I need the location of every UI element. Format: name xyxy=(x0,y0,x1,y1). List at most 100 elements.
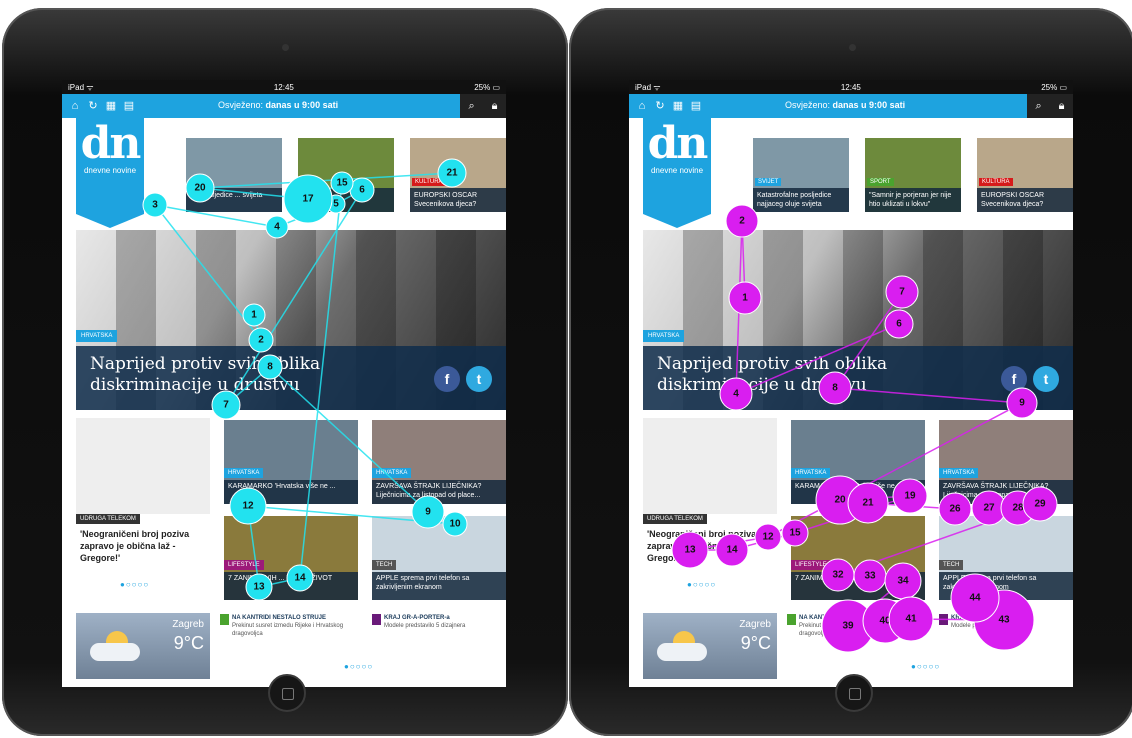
card-tag: HRVATSKA xyxy=(791,468,831,478)
card-strajk[interactable]: HRVATSKA ZAVRŠAVA ŠTRAJK LIJEČNIKA? Lije… xyxy=(939,420,1073,504)
weather-temp: 9°C xyxy=(740,633,771,653)
home-icon[interactable]: ⌂ xyxy=(635,99,649,113)
twitter-icon[interactable]: t xyxy=(466,366,492,392)
weather-widget[interactable]: Zagreb 9°C xyxy=(76,613,210,679)
card-lifestyle[interactable]: LIFESTYLE 7 ZANIMLJIVIH ... ZDRAV ŽIVOT xyxy=(224,516,358,600)
top-thumb-1[interactable]: SVIJET Katastrofalne posljedice najjaceg… xyxy=(753,138,849,212)
tablet-left: iPad ᯤ 12:45 25% ▭ ⌂ ↻ ▦ ▤ Osvježeno: da… xyxy=(2,8,568,736)
news-text: Prekinut susret izmedu Rijeke i Hrvatsko… xyxy=(232,623,344,637)
logo[interactable]: dn dnevne novine xyxy=(643,118,711,228)
thumb-tag: KULTURA xyxy=(979,178,1013,186)
top-thumb-2[interactable]: SPORT "Samnir je porjeran jer nije htio … xyxy=(865,138,961,212)
card-tag: HRVATSKA xyxy=(939,468,979,478)
top-thumb-1[interactable]: ...e posljedice ... svijeta xyxy=(186,138,282,212)
news-item-2[interactable]: KRAJ GR-A-PORTER-a Modele predstavilo 5 … xyxy=(939,614,1071,630)
refresh-prefix: Osvježeno: xyxy=(218,100,264,110)
card-apple[interactable]: TECH APPLE sprema prvi telefon sa zakriv… xyxy=(372,516,506,600)
refresh-prefix: Osvježeno: xyxy=(785,100,831,110)
refresh-status: Osvježeno: danas u 9:00 sati xyxy=(218,100,338,110)
hero-title-line2: diskriminacije u društvu xyxy=(657,375,867,395)
card-udruga[interactable]: UDRUGA TELEKOM 'Neograničeni broj poziva… xyxy=(643,418,777,598)
card-tag: TECH xyxy=(939,560,964,570)
home-button[interactable] xyxy=(835,674,873,712)
clock: 12:45 xyxy=(273,82,294,92)
lock-icon[interactable]: 🔒︎ xyxy=(492,100,498,113)
social-buttons: f t xyxy=(434,366,492,392)
top-thumb-3[interactable]: KULTURA EUROPSKI OSCAR Svecenikova djeca… xyxy=(977,138,1073,212)
thumb-tag: SVIJET xyxy=(755,178,782,186)
grid-icon[interactable]: ▦ xyxy=(671,99,685,113)
twitter-icon[interactable]: t xyxy=(1033,366,1059,392)
refresh-value: danas u 9:00 sati xyxy=(832,100,906,110)
card-strajk[interactable]: HRVATSKA ZAVRŠAVA ŠTRAJK LIJEČNIKA? Lije… xyxy=(372,420,506,504)
logo[interactable]: dn dnevne novine xyxy=(76,118,144,228)
thumb-caption: EUROPSKI OSCAR Svecenikova djeca? xyxy=(977,188,1073,212)
news-marker xyxy=(787,614,796,625)
hero-article[interactable]: HRVATSKA Naprijed protiv svih oblika dis… xyxy=(643,230,1073,410)
card-caption: 'Neograničeni broj poziva zapravo je obi… xyxy=(80,529,190,563)
refresh-icon[interactable]: ↻ xyxy=(86,99,100,113)
camera xyxy=(849,44,856,51)
newspaper-icon[interactable]: ▤ xyxy=(122,99,136,113)
weather-widget[interactable]: Zagreb 9°C xyxy=(643,613,777,679)
page-dots[interactable]: ●○○○○ xyxy=(911,662,940,671)
clock: 12:45 xyxy=(840,82,861,92)
logo-subtitle: dnevne novine xyxy=(83,166,137,175)
home-icon[interactable]: ⌂ xyxy=(68,99,82,113)
card-karamarko[interactable]: HRVATSKA KARAMARKO 'Hrvatska više ne ... xyxy=(224,420,358,504)
news-title: KRAJ GR-A-PORTER-a xyxy=(951,615,1017,621)
grid-icon[interactable]: ▦ xyxy=(104,99,118,113)
toolbar-right: ⌕ 🔒︎ xyxy=(460,94,506,118)
battery: 25% ▭ xyxy=(474,82,500,92)
home-button[interactable] xyxy=(268,674,306,712)
card-caption: 7 ZANIMLJIVIH ... ZDRAV ŽIVOT xyxy=(791,572,925,600)
hero-title-line1: Naprijed protiv svih oblika xyxy=(90,354,321,374)
card-udruga[interactable]: UDRUGA TELEKOM 'Neograničeni broj poziva… xyxy=(76,418,210,598)
page-dots[interactable]: ●○○○○ xyxy=(344,662,373,671)
carousel-dots[interactable]: ●○○○○ xyxy=(120,580,149,589)
card-caption: KARAMARKO 'Hrvatska više ne ... xyxy=(224,480,358,504)
social-buttons: f t xyxy=(1001,366,1059,392)
weather-city: Zagreb xyxy=(739,619,771,630)
card-caption: ZAVRŠAVA ŠTRAJK LIJEČNIKA? Liječnicima z… xyxy=(372,480,506,504)
card-caption: KARAMARKO 'Hrvatska više ne ... xyxy=(791,480,925,504)
thumb-caption xyxy=(298,188,394,212)
thumb-caption: Katastrofalne posljedice najjaceg oluje … xyxy=(753,188,849,212)
search-icon[interactable]: ⌕ xyxy=(468,100,474,113)
card-lifestyle[interactable]: LIFESTYLE 7 ZANIMLJIVIH ... ZDRAV ŽIVOT xyxy=(791,516,925,600)
hero-article[interactable]: HRVATSKA Naprijed protiv svih oblika dis… xyxy=(76,230,506,410)
refresh-value: danas u 9:00 sati xyxy=(265,100,339,110)
thumb-tag: KULTURA xyxy=(412,178,446,186)
refresh-status: Osvježeno: danas u 9:00 sati xyxy=(785,100,905,110)
weather-city: Zagreb xyxy=(172,619,204,630)
card-tag: LIFESTYLE xyxy=(224,560,264,570)
search-icon[interactable]: ⌕ xyxy=(1035,100,1041,113)
toolbar: ⌂ ↻ ▦ ▤ Osvježeno: danas u 9:00 sati ⌕ 🔒… xyxy=(62,94,506,118)
top-thumb-2[interactable] xyxy=(298,138,394,212)
news-marker xyxy=(220,614,229,625)
news-text: Prekinut susret izmedu Rijeke i Hrvatsko… xyxy=(799,623,911,637)
card-karamarko[interactable]: HRVATSKA KARAMARKO 'Hrvatska više ne ... xyxy=(791,420,925,504)
weather-temp: 9°C xyxy=(173,633,204,653)
carousel-dots[interactable]: ●○○○○ xyxy=(687,580,716,589)
hero-title-line1: Naprijed protiv svih oblika xyxy=(657,354,888,374)
facebook-icon[interactable]: f xyxy=(1001,366,1027,392)
facebook-icon[interactable]: f xyxy=(434,366,460,392)
news-item-1[interactable]: NA KANTRIDI NESTALO STRUJE Prekinut susr… xyxy=(787,614,925,638)
card-apple[interactable]: TECH APPLE sprema prvi telefon sa zakriv… xyxy=(939,516,1073,600)
thumb-tag: SPORT xyxy=(867,178,894,186)
news-marker xyxy=(939,614,948,625)
news-item-2[interactable]: KRAJ GR-A-PORTER-a Modele predstavilo 5 … xyxy=(372,614,504,630)
newspaper-icon[interactable]: ▤ xyxy=(689,99,703,113)
screen-right: iPad ᯤ 12:45 25% ▭ ⌂ ↻ ▦ ▤ Osvježeno: da… xyxy=(629,80,1073,687)
lock-icon[interactable]: 🔒︎ xyxy=(1059,100,1065,113)
status-bar: iPad ᯤ 12:45 25% ▭ xyxy=(62,80,506,94)
card-tag: UDRUGA TELEKOM xyxy=(643,514,707,524)
news-item-1[interactable]: NA KANTRIDI NESTALO STRUJE Prekinut susr… xyxy=(220,614,358,638)
device-label: iPad ᯤ xyxy=(635,82,661,92)
card-tag: UDRUGA TELEKOM xyxy=(76,514,140,524)
top-thumb-3[interactable]: KULTURA EUROPSKI OSCAR Svecenikova djeca… xyxy=(410,138,506,212)
cloud-icon xyxy=(90,643,140,661)
card-caption: ZAVRŠAVA ŠTRAJK LIJEČNIKA? Liječnicima z… xyxy=(939,480,1073,504)
refresh-icon[interactable]: ↻ xyxy=(653,99,667,113)
